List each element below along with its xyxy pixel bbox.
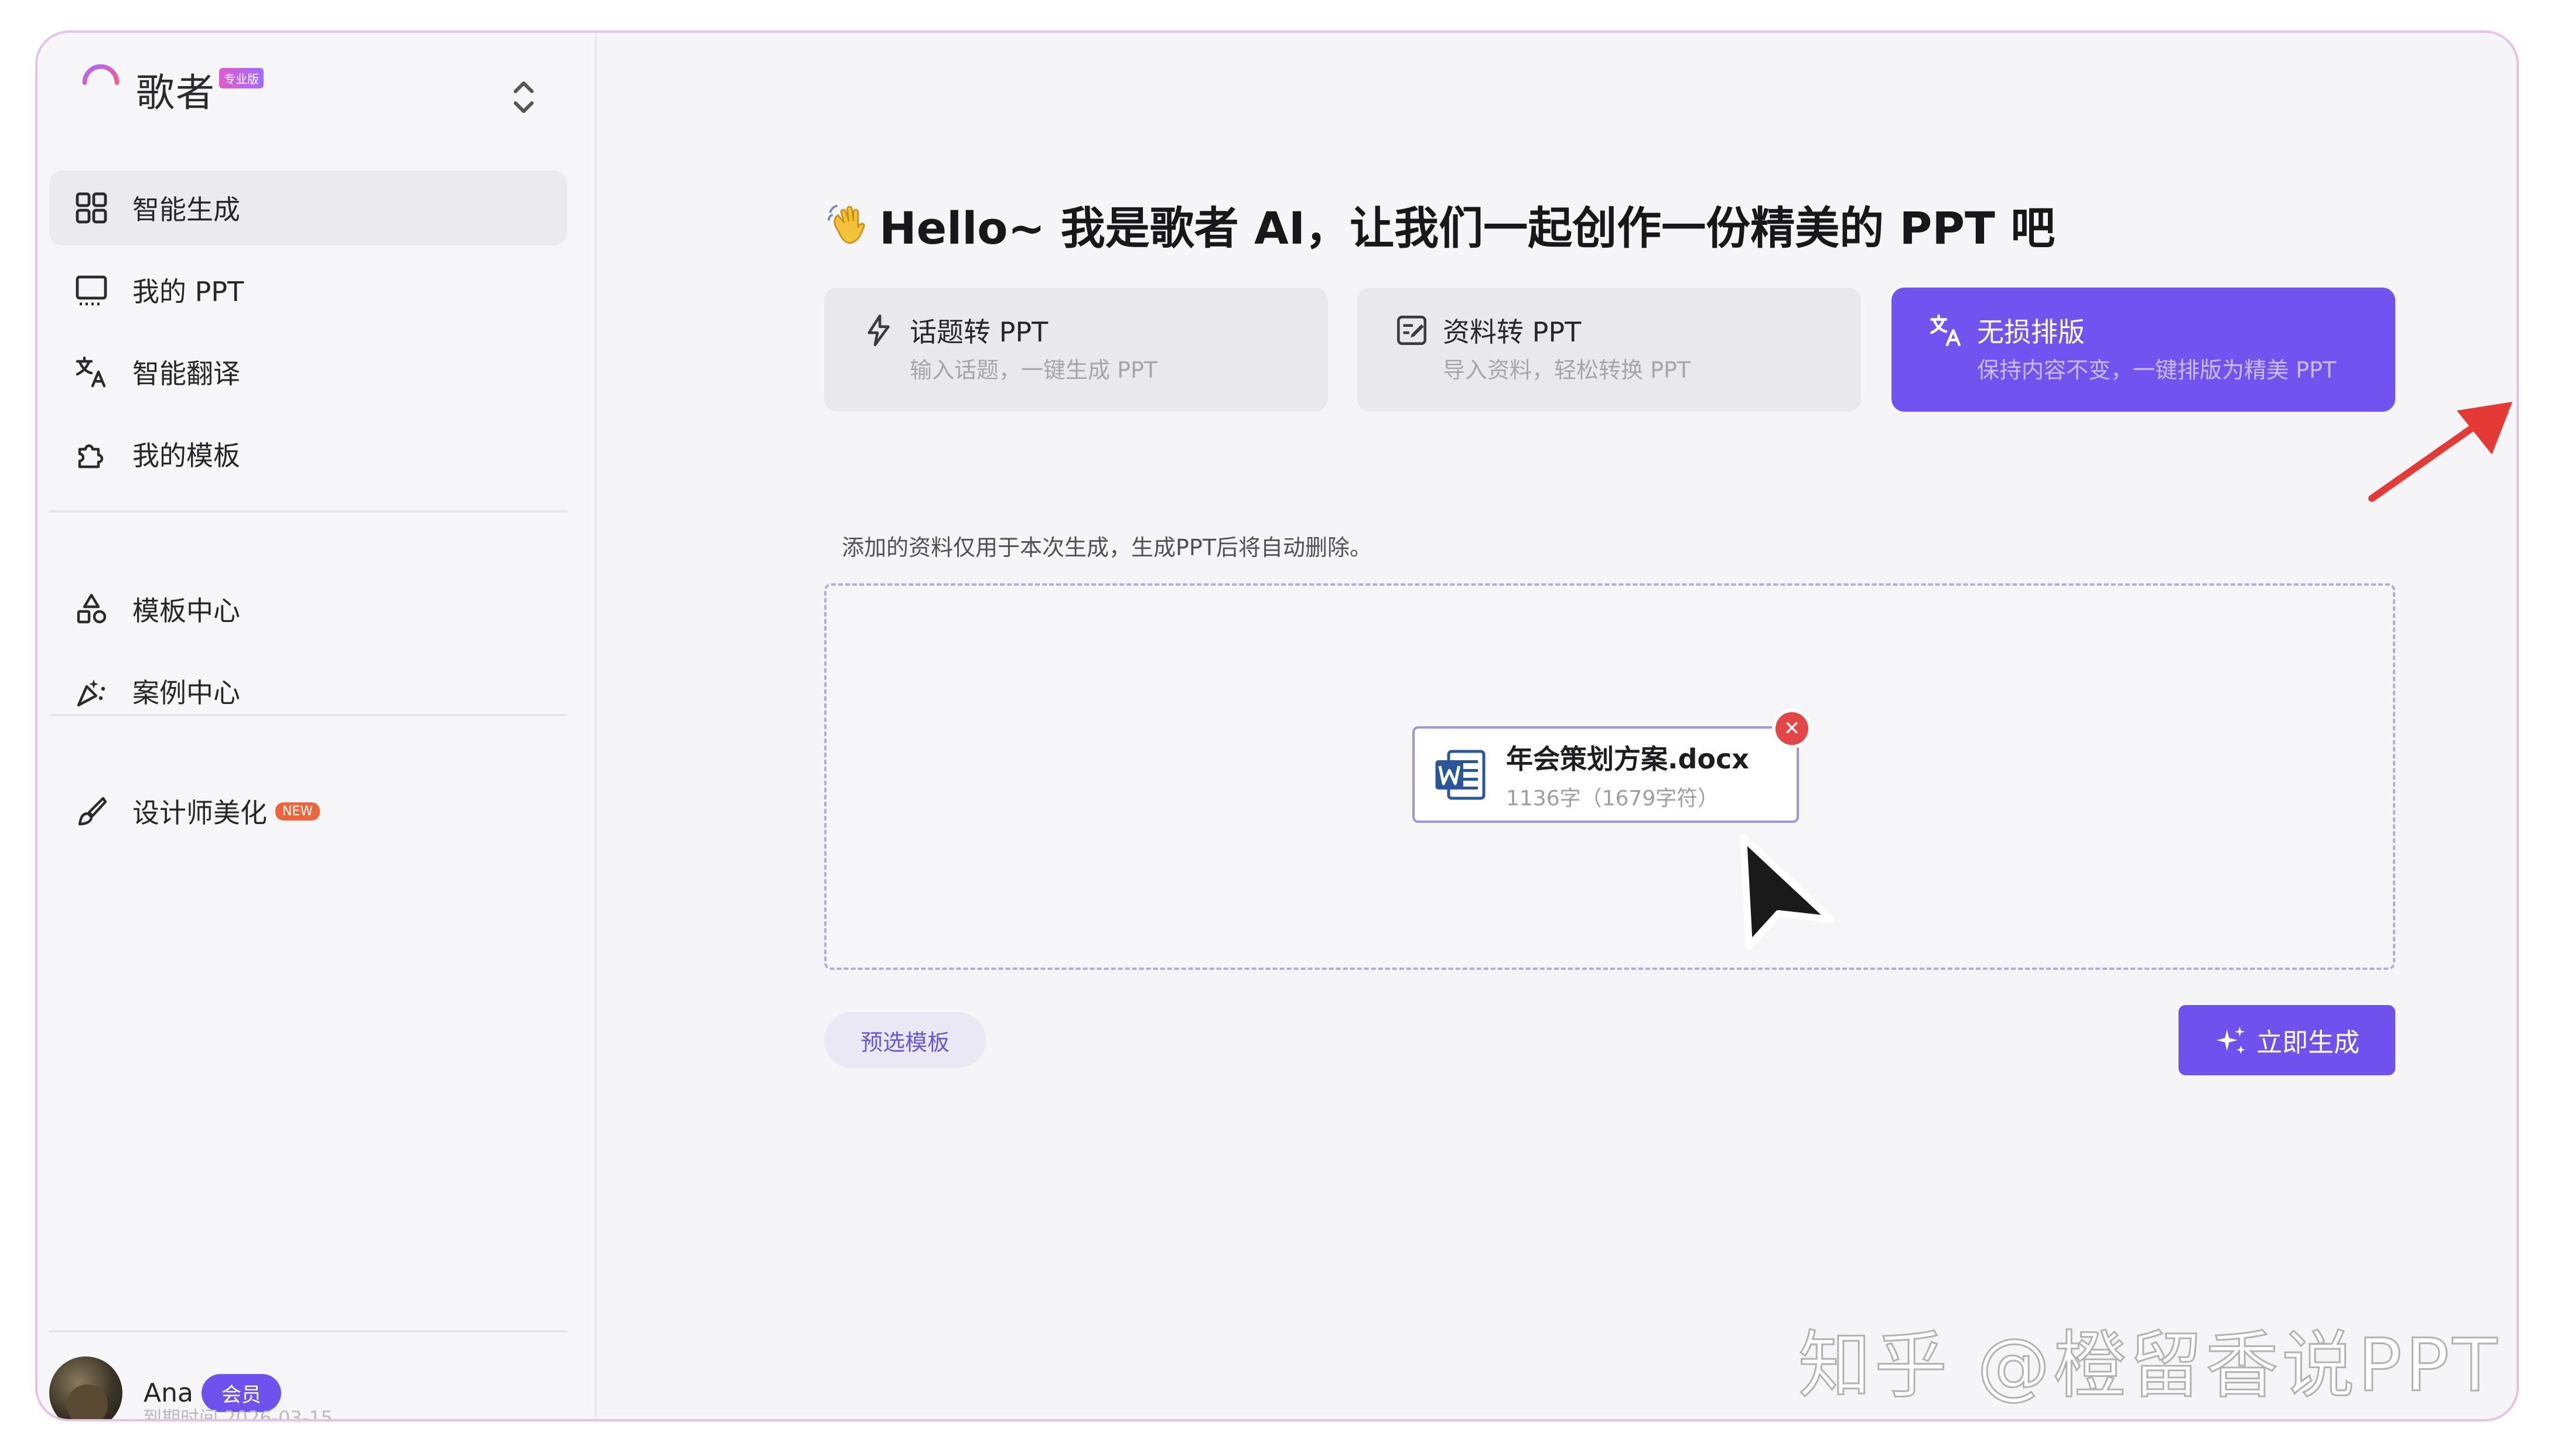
puzzle-icon: [78, 444, 104, 469]
mode-card-title: 话题转 PPT: [910, 316, 1049, 348]
lightning-icon: [868, 314, 890, 347]
uploaded-file-card[interactable]: 年会策划方案.docx 1136字（1679字符） ✕: [1412, 709, 1812, 823]
mode-card-desc: 保持内容不变，一键排版为精美 PPT: [1977, 357, 2337, 383]
translate-icon: [1930, 314, 1961, 347]
greeting-text: Hello~ 我是歌者 AI，让我们一起创作一份精美的 PPT 吧: [879, 202, 2056, 254]
mode-card-topic-to-ppt[interactable]: 话题转 PPT 输入话题，一键生成 PPT: [824, 288, 1328, 412]
watermark: 知乎 @橙留香说PPT: [1798, 1323, 2501, 1409]
sidebar-divider: [49, 714, 567, 716]
main-content: Hello~ 我是歌者 AI，让我们一起创作一份精美的 PPT 吧 话题转 PP…: [597, 33, 2517, 1419]
app-window: 歌者 专业版 智能生成 我的 PPT 智能翻译 我的模板 模板中心 案例中心 设…: [35, 30, 2519, 1421]
mode-card-title: 资料转 PPT: [1443, 316, 1582, 348]
sidebar-divider: [49, 1330, 567, 1332]
brand-logo-icon: [82, 64, 119, 122]
translate-icon: [76, 356, 106, 388]
sparkle-icon: [2216, 1026, 2245, 1054]
generate-now-button[interactable]: 立即生成: [2179, 1005, 2395, 1075]
preselect-template-button[interactable]: 预选模板: [824, 1012, 986, 1068]
sidebar-item-designer-beautify[interactable]: 设计师美化 NEW: [49, 774, 567, 849]
file-name: 年会策划方案.docx: [1506, 743, 1749, 775]
avatar[interactable]: [49, 1356, 122, 1419]
new-badge: NEW: [275, 802, 320, 821]
sparkles-icon: [77, 679, 105, 707]
grid-icon: [76, 192, 107, 224]
sidebar: 歌者 专业版 智能生成 我的 PPT 智能翻译 我的模板 模板中心 案例中心 设…: [37, 33, 597, 1419]
sidebar-item-case-center[interactable]: 案例中心: [49, 654, 567, 729]
slides-icon: [76, 275, 107, 306]
sidebar-item-template-center[interactable]: 模板中心: [49, 572, 567, 647]
sidebar-item-label: 案例中心: [132, 677, 240, 709]
shapes-icon: [77, 593, 107, 624]
mode-card-desc: 导入资料，轻松转换 PPT: [1443, 357, 1691, 383]
sidebar-item-label: 智能翻译: [132, 358, 240, 389]
file-size: 1136字（1679字符）: [1506, 786, 1719, 811]
word-file-icon: [1435, 750, 1486, 799]
sidebar-item-label: 智能生成: [132, 194, 240, 225]
mode-card-title: 无损排版: [1977, 316, 2085, 348]
mode-card-lossless-layout[interactable]: 无损排版 保持内容不变，一键排版为精美 PPT: [1891, 288, 2395, 412]
screenshot-stage: 歌者 专业版 智能生成 我的 PPT 智能翻译 我的模板 模板中心 案例中心 设…: [0, 0, 2554, 1456]
edit-doc-icon: [1397, 316, 1426, 345]
waving-hand-icon: [828, 204, 865, 244]
chevron-up-down-icon[interactable]: [506, 74, 541, 121]
upload-note: 添加的资料仅用于本次生成，生成PPT后将自动删除。: [842, 535, 1372, 560]
brand[interactable]: 歌者 专业版: [73, 57, 264, 122]
brand-edition-badge: 专业版: [219, 68, 264, 88]
generate-button-label: 立即生成: [2256, 1028, 2360, 1058]
sidebar-item-label: 我的 PPT: [132, 276, 244, 307]
brush-icon: [78, 797, 107, 826]
sidebar-item-label: 设计师美化: [132, 797, 267, 829]
file-info: 年会策划方案.docx 1136字（1679字符）: [1506, 738, 1749, 812]
file-dropzone[interactable]: 年会策划方案.docx 1136字（1679字符） ✕: [824, 583, 2395, 970]
close-icon: ✕: [1783, 717, 1801, 740]
sidebar-nav-tertiary: 设计师美化 NEW: [49, 774, 567, 856]
mouse-cursor-icon: [1740, 834, 1835, 949]
sidebar-item-my-ppt[interactable]: 我的 PPT: [49, 252, 567, 327]
remove-file-button[interactable]: ✕: [1772, 709, 1812, 748]
sidebar-item-smart-generate[interactable]: 智能生成: [49, 170, 567, 245]
mode-card-desc: 输入话题，一键生成 PPT: [910, 357, 1158, 383]
sidebar-item-my-templates[interactable]: 我的模板: [49, 416, 567, 491]
page-title: Hello~ 我是歌者 AI，让我们一起创作一份精美的 PPT 吧: [824, 192, 2055, 257]
sidebar-nav-primary: 智能生成 我的 PPT 智能翻译 我的模板: [49, 170, 567, 498]
sidebar-item-smart-translate[interactable]: 智能翻译: [49, 334, 567, 409]
membership-expiry: 到期时间 2026-03-15: [143, 1407, 333, 1421]
red-arrow-annotation-icon: [2368, 402, 2512, 502]
sidebar-item-label: 我的模板: [132, 440, 240, 471]
sidebar-nav-secondary: 模板中心 案例中心: [49, 572, 567, 736]
sidebar-divider: [49, 510, 567, 512]
mode-card-material-to-ppt[interactable]: 资料转 PPT 导入资料，轻松转换 PPT: [1357, 288, 1861, 412]
sidebar-item-label: 模板中心: [132, 595, 240, 627]
brand-name: 歌者: [136, 70, 216, 115]
